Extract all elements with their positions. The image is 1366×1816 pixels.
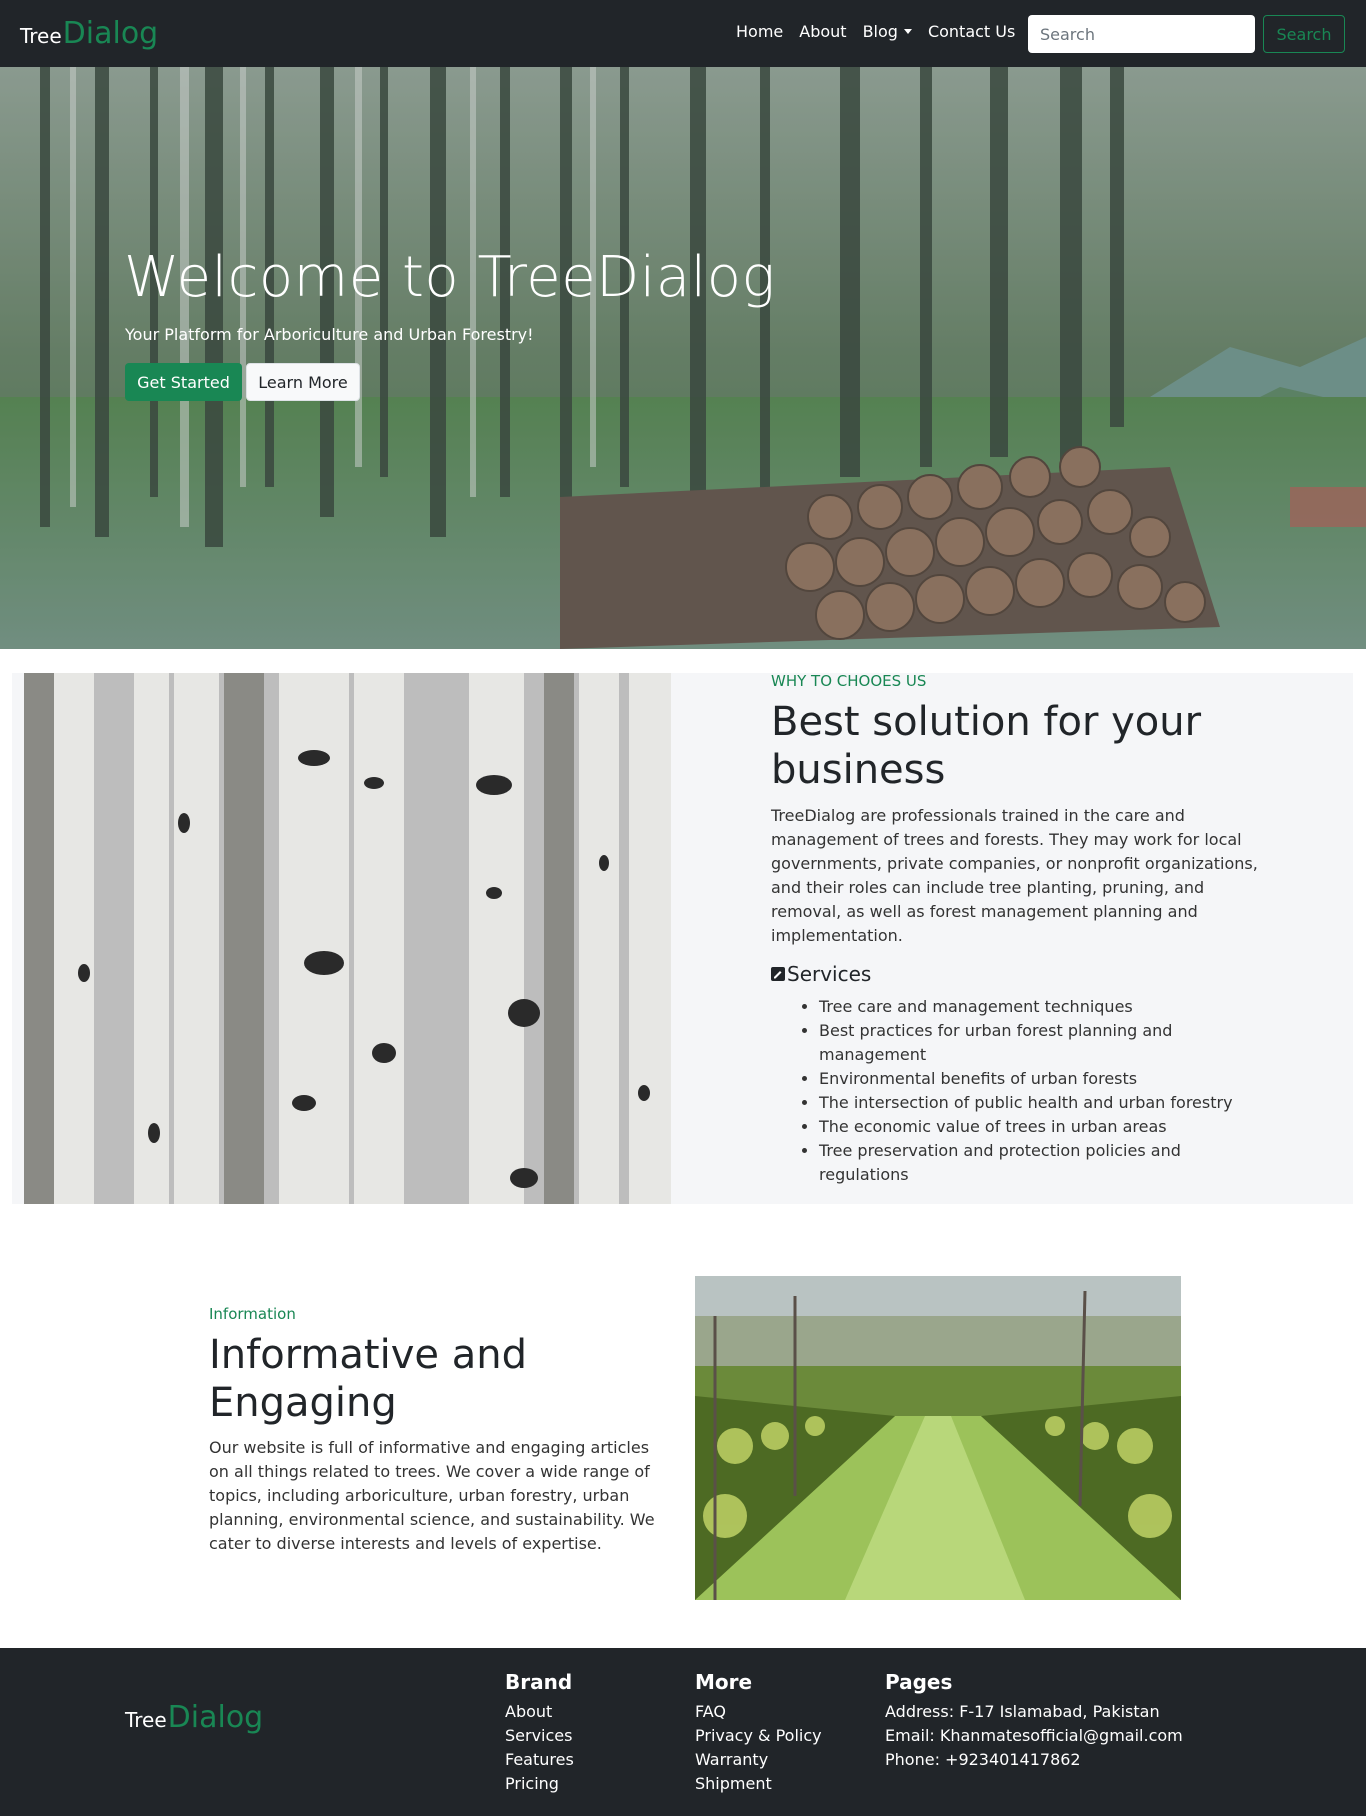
footer-more-column: More FAQ Privacy & Policy Warranty Shipm…: [695, 1670, 822, 1796]
nav-blog-dropdown[interactable]: Blog: [863, 22, 912, 41]
services-title: Services: [787, 962, 872, 986]
list-item: Best practices for urban forest planning…: [819, 1019, 1259, 1067]
footer-brand-part2: Dialog: [167, 1700, 264, 1735]
why-description: TreeDialog are professionals trained in …: [771, 806, 1258, 945]
why-kicker: WHY TO CHOOES US: [771, 672, 927, 690]
nav-home[interactable]: Home: [736, 22, 783, 41]
services-list: Tree care and management techniques Best…: [819, 995, 1259, 1187]
info-description: Our website is full of informative and e…: [209, 1438, 655, 1553]
footer-pages-heading: Pages: [885, 1670, 953, 1694]
footer-brand-part1: Tree: [125, 1708, 167, 1732]
list-item: Tree preservation and protection policie…: [819, 1139, 1259, 1187]
hero-section: Welcome to TreeDialog Your Platform for …: [0, 67, 1366, 649]
nav-blog-label: Blog: [862, 22, 898, 41]
nav-about[interactable]: About: [799, 22, 846, 41]
search-input[interactable]: [1028, 15, 1255, 53]
nav-contact[interactable]: Contact Us: [928, 22, 1015, 41]
list-item: The economic value of trees in urban are…: [819, 1115, 1259, 1139]
birch-trees-image: [24, 673, 671, 1204]
learn-more-button[interactable]: Learn More: [246, 363, 360, 401]
footer-phone[interactable]: Phone: +923401417862: [885, 1748, 1183, 1772]
footer-link-shipment[interactable]: Shipment: [695, 1772, 822, 1796]
hero-title: Welcome to TreeDialog: [124, 245, 776, 310]
footer-brand-logo[interactable]: Tree Dialog: [125, 1700, 263, 1735]
footer-more-heading: More: [695, 1670, 753, 1694]
footer-link-privacy[interactable]: Privacy & Policy: [695, 1724, 822, 1748]
footer-link-warranty[interactable]: Warranty: [695, 1748, 822, 1772]
list-item: The intersection of public health and ur…: [819, 1091, 1259, 1115]
footer-address: Address: F-17 Islamabad, Pakistan: [885, 1702, 1160, 1721]
edit-icon: [771, 967, 785, 981]
list-item: Environmental benefits of urban forests: [819, 1067, 1259, 1091]
footer-link-services[interactable]: Services: [505, 1724, 574, 1748]
brand-part2: Dialog: [62, 16, 159, 51]
brand-logo[interactable]: Tree Dialog: [20, 16, 158, 51]
footer-brand-heading: Brand: [505, 1670, 573, 1694]
hero-overlay: [0, 67, 1366, 649]
navbar: Tree Dialog Home About Blog Contact Us Se…: [0, 0, 1366, 67]
footer-brand-column: Brand About Services Features Pricing: [505, 1670, 574, 1796]
info-title: Informative and Engaging: [209, 1332, 527, 1426]
list-item: Tree care and management techniques: [819, 995, 1259, 1019]
footer-pages-column: Pages Address: F-17 Islamabad, Pakistan …: [885, 1670, 1183, 1772]
brand-part1: Tree: [20, 24, 62, 48]
footer: Tree Dialog Brand About Services Features…: [0, 1648, 1366, 1816]
info-kicker: Information: [209, 1305, 296, 1323]
services-heading: Services: [771, 962, 871, 986]
why-title: Best solution for your business: [771, 699, 1202, 793]
footer-link-pricing[interactable]: Pricing: [505, 1772, 574, 1796]
footer-link-features[interactable]: Features: [505, 1748, 574, 1772]
footer-link-faq[interactable]: FAQ: [695, 1700, 822, 1724]
footer-email[interactable]: Email: Khanmatesofficial@gmail.com: [885, 1724, 1183, 1748]
hero-subtitle: Your Platform for Arboriculture and Urba…: [125, 325, 534, 344]
nav-links: Home About Blog Contact Us: [736, 22, 1015, 41]
vineyard-image: [695, 1276, 1181, 1600]
footer-link-about[interactable]: About: [505, 1700, 574, 1724]
caret-down-icon: [903, 29, 912, 34]
search-button[interactable]: Search: [1263, 15, 1345, 53]
get-started-button[interactable]: Get Started: [125, 363, 242, 401]
